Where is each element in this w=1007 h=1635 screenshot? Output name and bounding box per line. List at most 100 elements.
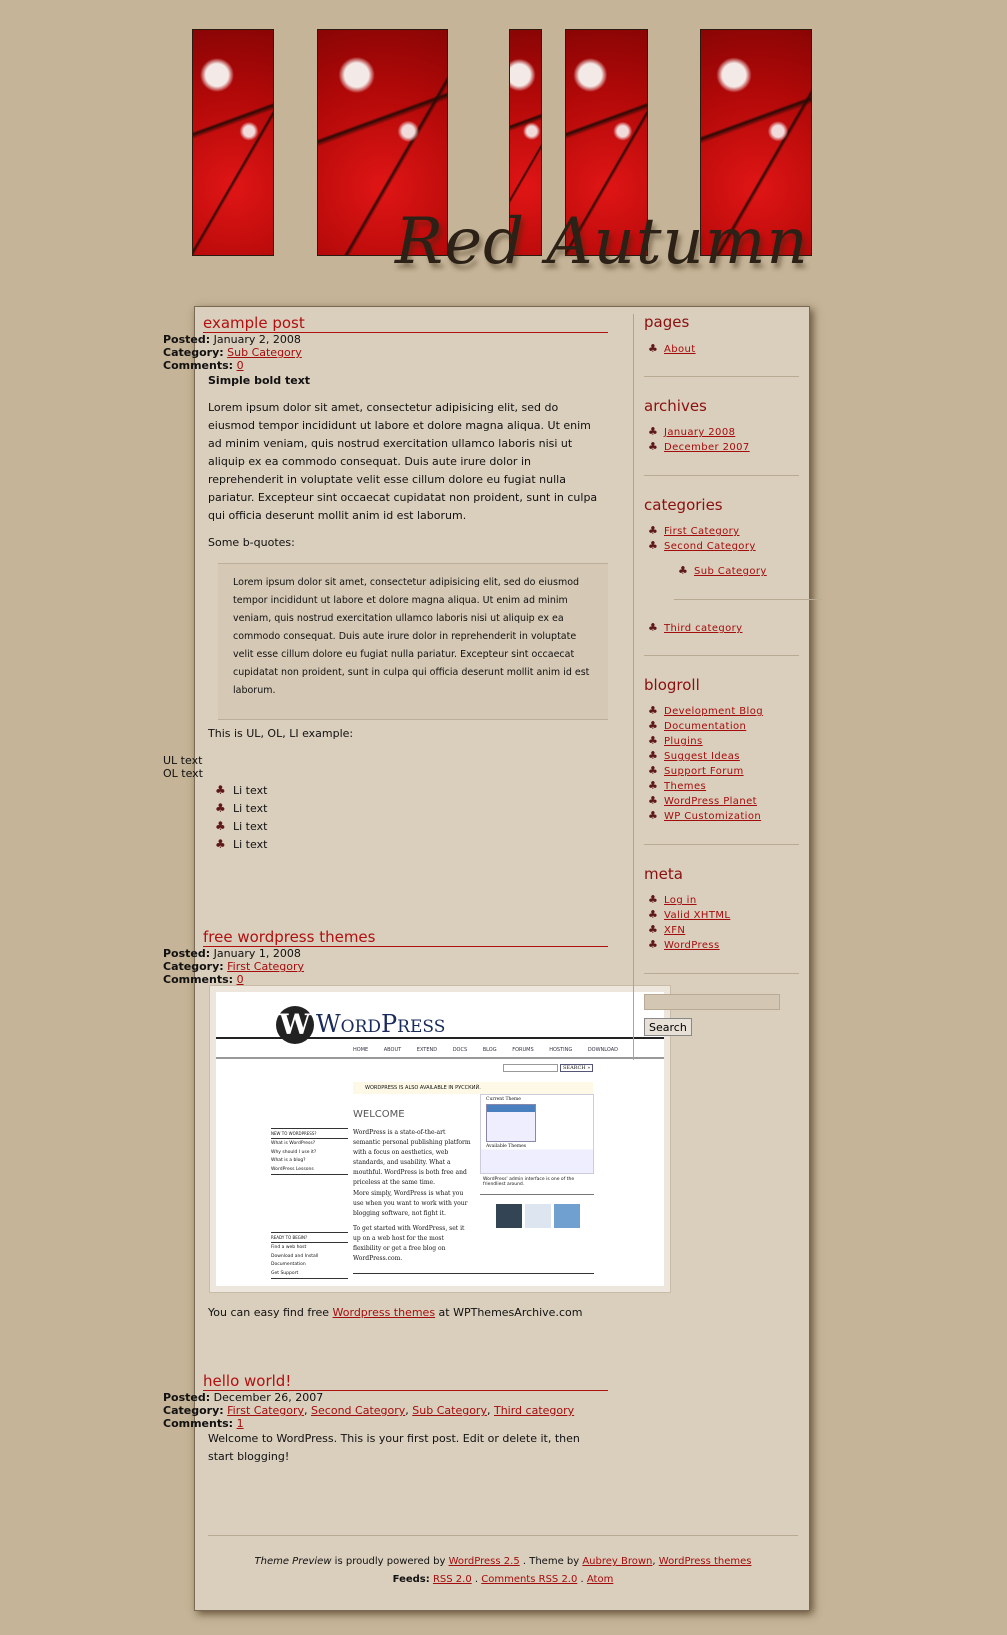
post-paragraph: Lorem ipsum dolor sit amet, consectetur … xyxy=(208,401,598,522)
wp-intro2: More simply, WordPress is what you use w… xyxy=(353,1190,468,1217)
sidebar-item-meta[interactable]: ♣ Valid XHTML xyxy=(648,907,730,923)
leaf-bullet-icon: ♣ xyxy=(648,719,659,732)
leaf-bullet-icon: ♣ xyxy=(648,621,659,634)
comments-label: Comments: xyxy=(163,1417,234,1430)
sidebar-item-blogroll[interactable]: ♣ Themes xyxy=(648,778,706,794)
leaf-bullet-icon: ♣ xyxy=(648,734,659,747)
leaf-bullet-icon: ♣ xyxy=(215,837,226,851)
site-logo[interactable]: Red Autumn xyxy=(395,205,809,279)
comments-label: Comments: xyxy=(163,359,234,372)
wp-intro: WordPress is a state-of-the-art semantic… xyxy=(353,1129,471,1186)
wp-new-heading: NEW TO WORDPRESS? xyxy=(271,1128,348,1139)
sidebar-heading-meta: meta xyxy=(644,865,683,883)
post-text: You can easy find free Wordpress themes … xyxy=(208,1306,583,1319)
post-title[interactable]: hello world! xyxy=(203,1373,608,1391)
ul-text: UL text xyxy=(163,754,203,767)
list-item: ♣ Li text xyxy=(215,801,268,815)
sidebar-item-category[interactable]: ♣ Second Category xyxy=(648,538,756,554)
leaf-bullet-icon: ♣ xyxy=(215,801,226,815)
footer-feeds: Feeds: RSS 2.0 . Comments RSS 2.0 . Atom xyxy=(392,1574,614,1585)
sidebar-item-archive[interactable]: ♣ December 2007 xyxy=(648,439,750,455)
blockquote: Lorem ipsum dolor sit amet, consectetur … xyxy=(218,563,608,720)
leaf-bullet-icon: ♣ xyxy=(648,908,659,921)
wp-theme-preview: Current Theme Available Themes xyxy=(480,1094,594,1174)
ol-text: OL text xyxy=(163,767,203,780)
sidebar-item-about[interactable]: ♣ About xyxy=(648,341,696,357)
sidebar-item-meta[interactable]: ♣ XFN xyxy=(648,922,685,938)
leaf-bullet-icon: ♣ xyxy=(648,425,659,438)
leaf-bullet-icon: ♣ xyxy=(215,783,226,797)
leaf-bullet-icon: ♣ xyxy=(648,704,659,717)
leaf-bullet-icon: ♣ xyxy=(648,794,659,807)
leaf-bullet-icon: ♣ xyxy=(215,819,226,833)
category-link[interactable]: Sub Category xyxy=(412,1404,487,1417)
wordpress-screenshot: W WordPress HOME ABOUT EXTEND DOCS BLOG … xyxy=(209,985,671,1293)
bq-intro: Some b-quotes: xyxy=(208,536,295,549)
wp-notice: WORDPRESS IS ALSO AVAILABLE IN РУССКИЙ. xyxy=(353,1082,593,1094)
list-item: ♣ Li text xyxy=(215,819,268,833)
post-date: January 1, 2008 xyxy=(213,947,301,960)
sidebar-item-blogroll[interactable]: ♣ Support Forum xyxy=(648,763,744,779)
comments-link[interactable]: 0 xyxy=(237,359,244,372)
list-item: ♣ Li text xyxy=(215,783,268,797)
sidebar-item-blogroll[interactable]: ♣ Suggest Ideas xyxy=(648,748,740,764)
search-button[interactable]: Search xyxy=(644,1018,692,1036)
wordpress-link[interactable]: WordPress 2.5 xyxy=(449,1556,520,1567)
leaf-bullet-icon: ♣ xyxy=(648,938,659,951)
posted-label: Posted: xyxy=(163,1391,211,1404)
post-meta: Posted: December 26, 2007 Category: Firs… xyxy=(163,1391,575,1430)
post-title[interactable]: free wordpress themes xyxy=(203,929,608,947)
sidebar-heading-blogroll: blogroll xyxy=(644,676,700,694)
post-title[interactable]: example post xyxy=(203,315,608,333)
sidebar-item-category[interactable]: ♣ First Category xyxy=(648,523,740,539)
list-item: ♣ Li text xyxy=(215,837,268,851)
sidebar-item-category[interactable]: ♣ Third category xyxy=(648,620,742,636)
list-intro: This is UL, OL, LI example: xyxy=(208,727,354,740)
sidebar-heading-categories: categories xyxy=(644,496,723,514)
sidebar-item-blogroll[interactable]: ♣ WordPress Planet xyxy=(648,793,757,809)
leaf-bullet-icon: ♣ xyxy=(648,524,659,537)
category-link[interactable]: First Category xyxy=(227,1404,304,1417)
footer-credits: Theme Preview is proudly powered by Word… xyxy=(254,1556,752,1567)
post-date: December 26, 2007 xyxy=(213,1391,324,1404)
author-link[interactable]: Aubrey Brown xyxy=(582,1556,652,1567)
post-date: January 2, 2008 xyxy=(213,333,301,346)
wp-welcome: WELCOME xyxy=(353,1109,405,1120)
comments-rss-link[interactable]: Comments RSS 2.0 xyxy=(481,1574,577,1585)
sidebar-item-blogroll[interactable]: ♣ WP Customization xyxy=(648,808,761,824)
category-link[interactable]: Sub Category xyxy=(227,346,302,359)
header-photo xyxy=(192,29,274,256)
wp-logo-text: WordPress xyxy=(316,1010,446,1038)
sidebar-item-meta[interactable]: ♣ WordPress xyxy=(648,937,720,953)
rss-link[interactable]: RSS 2.0 xyxy=(433,1574,472,1585)
wordpress-themes-link[interactable]: Wordpress themes xyxy=(333,1306,436,1319)
comments-link[interactable]: 1 xyxy=(237,1417,244,1430)
category-link[interactable]: Third category xyxy=(494,1404,574,1417)
sidebar-item-archive[interactable]: ♣ January 2008 xyxy=(648,424,735,440)
leaf-bullet-icon: ♣ xyxy=(648,749,659,762)
atom-link[interactable]: Atom xyxy=(587,1574,613,1585)
wp-caption: WordPress' admin interface is one of the… xyxy=(483,1177,575,1187)
sidebar-divider xyxy=(633,314,634,1060)
category-link[interactable]: First Category xyxy=(227,960,304,973)
sidebar-item-blogroll[interactable]: ♣ Development Blog xyxy=(648,703,763,719)
leaf-bullet-icon: ♣ xyxy=(648,539,659,552)
category-link[interactable]: Second Category xyxy=(311,1404,405,1417)
wp-search: SEARCH » xyxy=(560,1064,594,1072)
leaf-bullet-icon: ♣ xyxy=(648,809,659,822)
sidebar-item-blogroll[interactable]: ♣ Documentation xyxy=(648,718,746,734)
wp-nav: HOME ABOUT EXTEND DOCS BLOG FORUMS HOSTI… xyxy=(353,1047,619,1053)
sidebar-item-meta[interactable]: ♣ Log in xyxy=(648,892,697,908)
search-input[interactable] xyxy=(644,994,780,1010)
wordpress-themes-link[interactable]: WordPress themes xyxy=(659,1556,752,1567)
post-meta: Posted: January 2, 2008 Category: Sub Ca… xyxy=(163,333,302,372)
leaf-bullet-icon: ♣ xyxy=(648,342,659,355)
sidebar-item-blogroll[interactable]: ♣ Plugins xyxy=(648,733,703,749)
posted-label: Posted: xyxy=(163,947,211,960)
leaf-bullet-icon: ♣ xyxy=(648,440,659,453)
wp-intro3: To get started with WordPress, set it up… xyxy=(353,1225,465,1262)
leaf-bullet-icon: ♣ xyxy=(648,923,659,936)
wp-ready-heading: READY TO BEGIN? xyxy=(271,1232,348,1243)
sidebar-item-category[interactable]: ♣ Sub Category xyxy=(678,563,767,579)
category-label: Category: xyxy=(163,960,224,973)
